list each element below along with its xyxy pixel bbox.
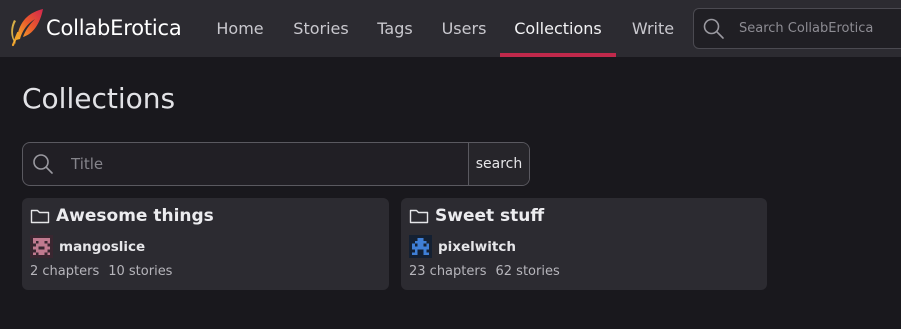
avatar[interactable] [30, 235, 53, 258]
nav-item-collections[interactable]: Collections [500, 0, 616, 57]
collection-stats: 23 chapters 62 stories [409, 264, 560, 279]
search-button[interactable]: search [468, 143, 529, 185]
collection-card-header: Sweet stuff [409, 206, 544, 226]
folder-icon [409, 209, 429, 224]
nav-item-home[interactable]: Home [207, 0, 273, 57]
nav-item-tags[interactable]: Tags [368, 0, 422, 57]
chapter-count: 2 chapters [30, 264, 100, 279]
search-icon [33, 154, 53, 174]
filter-search-icon-wrap [23, 143, 63, 185]
collection-stats: 2 chapters 10 stories [30, 264, 172, 279]
collection-card[interactable]: Awesome things mangoslice 2 chapters 10 … [22, 198, 389, 290]
avatar[interactable] [409, 235, 432, 258]
collection-title[interactable]: Awesome things [56, 206, 214, 226]
collection-title[interactable]: Sweet stuff [435, 206, 544, 226]
collection-owner: pixelwitch [409, 235, 516, 258]
folder-icon [30, 209, 50, 224]
nav-item-users[interactable]: Users [434, 0, 494, 57]
collection-filter: search [22, 142, 530, 186]
chapter-count: 23 chapters [409, 264, 487, 279]
site-search-input[interactable] [739, 21, 901, 36]
search-icon [703, 18, 724, 39]
nav-item-write[interactable]: Write [622, 0, 684, 57]
nav-item-stories[interactable]: Stories [285, 0, 357, 57]
page-title: Collections [22, 82, 176, 115]
collection-card-header: Awesome things [30, 206, 214, 226]
title-filter-input[interactable] [63, 143, 468, 185]
brand-name: CollabErotica [46, 16, 182, 40]
top-navbar: CollabErotica Home Stories Tags Users Co… [0, 0, 901, 57]
active-nav-indicator [500, 53, 616, 57]
brand-home-link[interactable]: CollabErotica [8, 4, 182, 52]
quill-logo-icon [11, 9, 43, 47]
username-link[interactable]: pixelwitch [438, 239, 516, 255]
site-search-box[interactable] [693, 8, 901, 49]
story-count: 10 stories [108, 264, 173, 279]
collection-owner: mangoslice [30, 235, 145, 258]
story-count: 62 stories [495, 264, 560, 279]
collection-card[interactable]: Sweet stuff pixelwitch 23 chapters 62 st… [401, 198, 767, 290]
username-link[interactable]: mangoslice [59, 239, 145, 255]
